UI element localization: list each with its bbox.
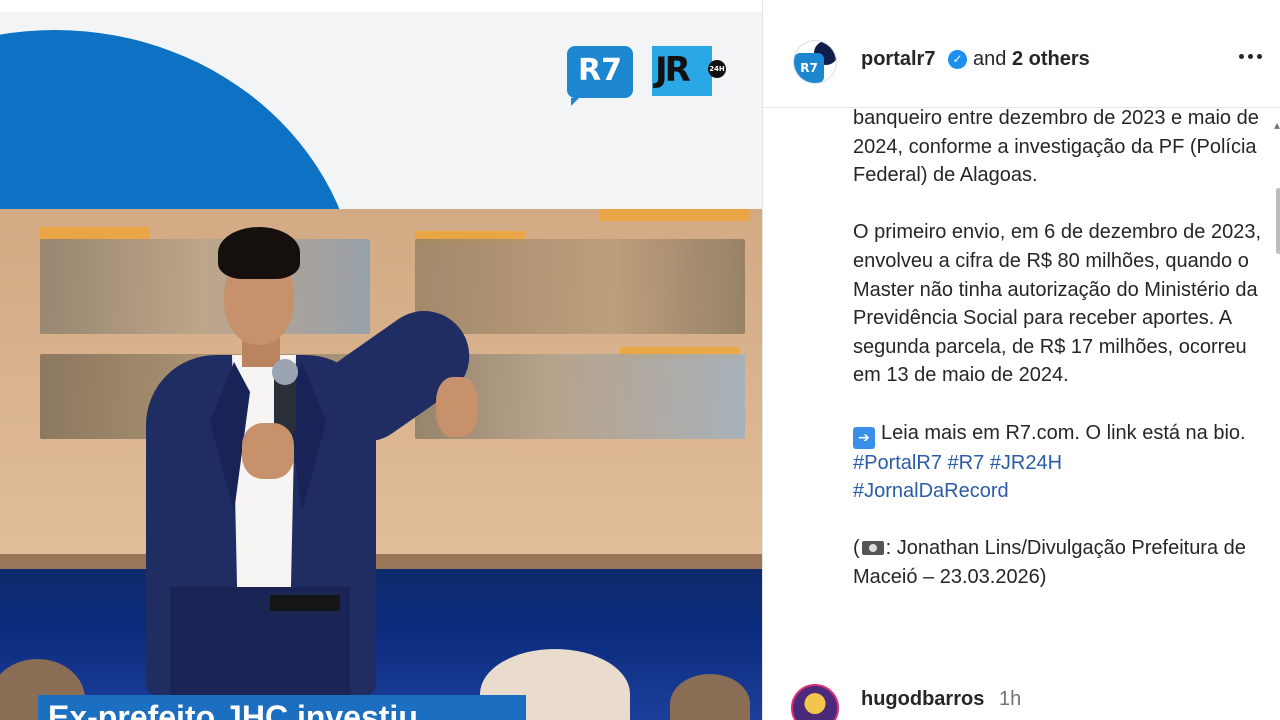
top-margin (0, 0, 762, 12)
verified-badge-icon: ✓ (948, 50, 967, 69)
hashtag-portalr7[interactable]: #PortalR7 (853, 452, 942, 474)
post-header: R7 portalr7 ✓ and 2 others (763, 10, 1280, 108)
hashtag-r7[interactable]: #R7 (948, 452, 985, 474)
coauthors-prefix: and (973, 48, 1007, 70)
post-details-panel: R7 portalr7 ✓ and 2 others ▴ banqueiro e… (762, 0, 1280, 720)
caption-paragraph-2: O primeiro envio, em 6 de dezembro de 20… (853, 221, 1261, 387)
camera-emoji-icon (861, 541, 884, 556)
credit-text: : Jonathan Lins/Divulgação Prefeitura de… (853, 537, 1246, 588)
hashtags: #PortalR7 #R7 #JR24H #JornalDaRecord (853, 449, 1263, 506)
photo-credit: (: Jonathan Lins/Divulgação Prefeitura d… (853, 534, 1263, 591)
more-options-icon[interactable] (1239, 54, 1267, 64)
read-more-text: Leia mais em R7.com. O link está na bio. (881, 421, 1246, 444)
post-caption: banqueiro entre dezembro de 2023 e maio … (853, 104, 1263, 592)
scroll-indicator: ▴ (1274, 118, 1280, 132)
author-avatar[interactable]: R7 (793, 40, 837, 84)
post-image[interactable]: R7 JR 24H Ex-prefeito JHC investiu (0, 0, 762, 720)
scrollbar-thumb[interactable] (1276, 188, 1280, 254)
hashtag-jornaldarecord[interactable]: #JornalDaRecord (853, 477, 1263, 506)
coauthors-count: 2 others (1011, 48, 1090, 70)
caption-paragraph-1: banqueiro entre dezembro de 2023 e maio … (853, 107, 1259, 187)
read-more-line: ➔ Leia mais em R7.com. O link está na bio… (853, 419, 1263, 449)
speaker-photo (0, 209, 762, 720)
jr24h-logo: JR 24H (652, 46, 728, 98)
commenter-username[interactable]: hugodbarros (861, 688, 984, 711)
commenter-avatar[interactable] (791, 684, 839, 720)
comment-timestamp: 1h (999, 688, 1022, 710)
speaker-figure (140, 227, 500, 720)
hashtag-jr24h[interactable]: #JR24H (990, 452, 1062, 474)
author-username[interactable]: portalr7 (861, 48, 935, 71)
r7-logo: R7 (567, 46, 633, 106)
comment-row: hugodbarros 1h (791, 684, 1271, 720)
image-caption-bar: Ex-prefeito JHC investiu (38, 695, 526, 720)
image-caption-text: Ex-prefeito JHC investiu (48, 699, 418, 720)
credit-open-paren: ( (853, 537, 860, 560)
right-arrow-emoji-icon: ➔ (853, 426, 875, 449)
coauthors-link[interactable]: and 2 others (973, 48, 1090, 71)
